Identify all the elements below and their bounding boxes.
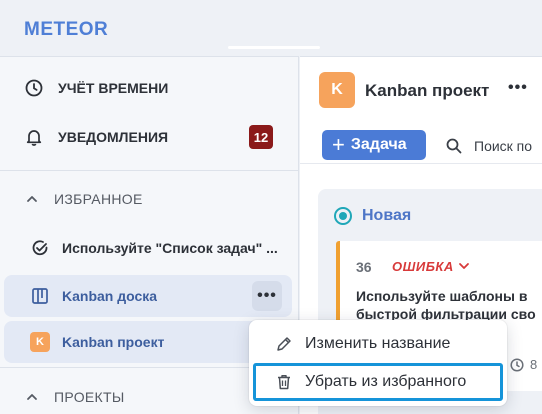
task-meta: 8: [510, 357, 537, 372]
section-header-favorites[interactable]: ИЗБРАННОЕ: [0, 179, 299, 219]
check-circle-icon: [30, 238, 50, 258]
notification-count-badge: 12: [249, 125, 273, 149]
task-number: 36: [356, 259, 372, 275]
clock-icon: [510, 357, 524, 372]
project-avatar: K: [30, 332, 50, 352]
sidebar-item-label: УВЕДОМЛЕНИЯ: [58, 129, 169, 145]
context-menu: Изменить название Убрать из избранного: [249, 320, 507, 406]
bell-icon: [24, 127, 44, 147]
chevron-up-icon: [27, 196, 37, 202]
project-avatar-letter: K: [30, 332, 50, 352]
menu-item-rename[interactable]: Изменить название: [255, 327, 501, 361]
divider: [0, 170, 299, 171]
board-icon: [30, 286, 50, 306]
more-options-button[interactable]: •••: [252, 281, 282, 311]
menu-item-remove-favorite[interactable]: Убрать из избранного: [253, 363, 503, 401]
task-meta-count: 8: [530, 357, 538, 372]
sidebar-item-label: УЧЁТ ВРЕМЕНИ: [58, 80, 169, 96]
menu-item-label: Убрать из избранного: [305, 373, 467, 390]
section-header-label: ИЗБРАННОЕ: [54, 191, 143, 207]
add-task-button[interactable]: + Задача: [322, 130, 426, 160]
tab-indicator: [228, 46, 320, 49]
plus-icon: +: [332, 132, 345, 157]
section-header-label: ПРОЕКТЫ: [54, 389, 125, 405]
chevron-up-icon: [27, 394, 37, 400]
task-title-line: Используйте шаблоны в: [356, 288, 528, 304]
trash-icon: [275, 373, 293, 391]
project-more-button[interactable]: •••: [508, 79, 528, 97]
search-label: Поиск по: [474, 138, 533, 154]
task-title: Используйте шаблоны в быстрой фильтрации…: [356, 287, 542, 323]
chevron-down-icon: [459, 263, 469, 269]
search-field[interactable]: Поиск по: [446, 135, 542, 157]
favorite-item-label: Kanban доска: [62, 288, 158, 304]
favorite-item-task-list[interactable]: Используйте "Список задач" ...: [4, 227, 292, 269]
status-dot-icon: [334, 207, 352, 225]
search-icon: [446, 138, 462, 154]
column-header: Новая: [334, 207, 411, 225]
column-name: Новая: [362, 207, 412, 224]
menu-item-label: Изменить название: [305, 335, 451, 352]
toolbar-divider: [300, 163, 542, 164]
app-logo[interactable]: METEOR: [24, 19, 108, 41]
sidebar-item-time-tracking[interactable]: УЧЁТ ВРЕМЕНИ: [0, 65, 299, 111]
project-avatar: K: [319, 72, 355, 108]
pencil-icon: [275, 335, 293, 353]
top-bar: METEOR: [0, 0, 542, 56]
project-title: Kanban проект: [365, 81, 490, 100]
favorite-item-label: Используйте "Список задач" ...: [62, 240, 278, 256]
sidebar-item-notifications[interactable]: УВЕДОМЛЕНИЯ 12: [0, 114, 299, 160]
favorite-item-label: Kanban проект: [62, 334, 165, 350]
clock-icon: [24, 78, 44, 98]
favorite-item-kanban-board[interactable]: Kanban доска •••: [4, 275, 292, 317]
task-type-tag[interactable]: ОШИБКА: [392, 259, 454, 274]
add-task-label: Задача: [350, 136, 407, 153]
